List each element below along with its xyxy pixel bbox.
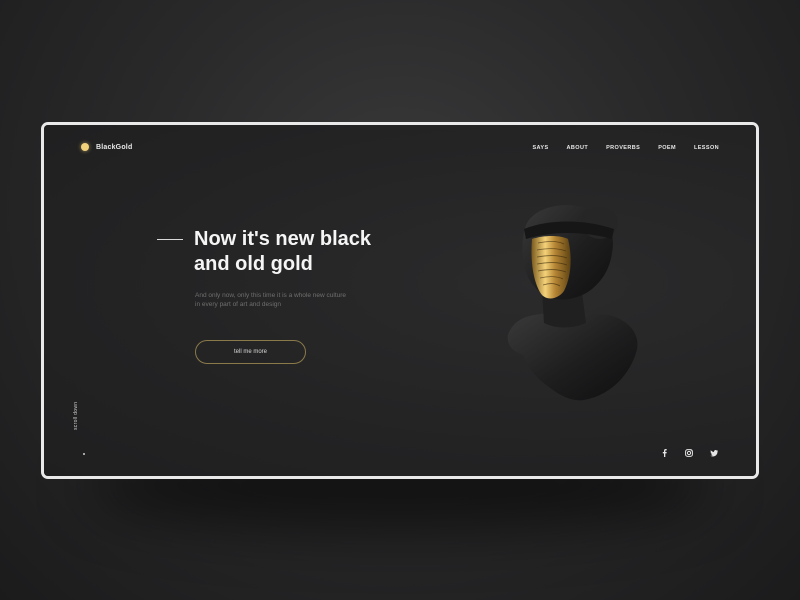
hero-description: And only now, only this time it is a who… xyxy=(195,292,385,309)
hero-accent-line xyxy=(157,239,183,240)
scroll-down-label[interactable]: scroll down xyxy=(73,402,79,430)
statue-bust-image xyxy=(507,205,638,401)
nav-item-says[interactable]: SAYS xyxy=(532,145,548,151)
hero-title-line-1: Now it's new black xyxy=(194,228,372,250)
tell-me-more-button[interactable]: tell me more xyxy=(195,340,306,364)
hero-title: Now it's new black and old gold xyxy=(194,227,424,277)
instagram-icon[interactable] xyxy=(685,449,693,457)
brand-name: BlackGold xyxy=(96,143,133,151)
main-nav: SAYS ABOUT PROVERBS POEM LESSON xyxy=(532,145,719,151)
nav-item-proverbs[interactable]: PROVERBS xyxy=(606,145,640,151)
facebook-icon[interactable] xyxy=(660,449,668,457)
nav-item-lesson[interactable]: LESSON xyxy=(694,145,719,151)
brand-logo[interactable]: BlackGold xyxy=(81,143,132,151)
scroll-indicator-dot xyxy=(83,453,85,455)
nav-item-about[interactable]: ABOUT xyxy=(567,145,589,151)
hero-title-line-2: and old gold xyxy=(194,253,313,275)
page-background xyxy=(44,125,756,476)
browser-frame: BlackGold SAYS ABOUT PROVERBS POEM LESSO… xyxy=(41,122,759,479)
logo-dot-icon xyxy=(81,143,89,151)
hero-description-line-2: in every part of art and design xyxy=(195,300,281,308)
social-links xyxy=(660,449,718,457)
nav-item-poem[interactable]: POEM xyxy=(658,145,676,151)
twitter-icon[interactable] xyxy=(710,449,718,457)
hero-description-line-1: And only now, only this time it is a who… xyxy=(195,292,347,299)
